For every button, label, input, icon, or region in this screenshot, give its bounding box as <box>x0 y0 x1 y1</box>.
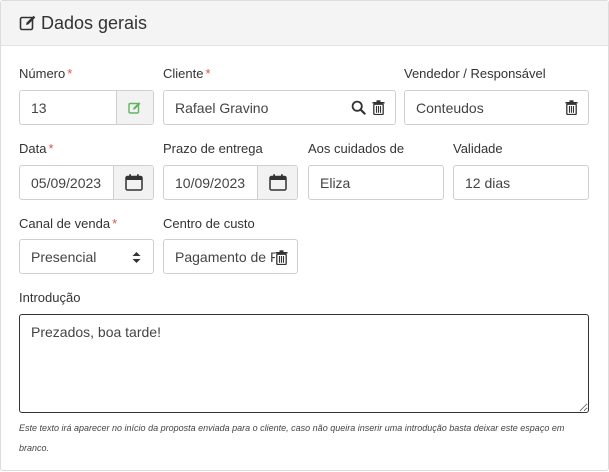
cuidados-input[interactable]: Eliza <box>309 175 443 191</box>
validade-input[interactable]: 12 dias <box>454 175 588 191</box>
data-calendar-button[interactable] <box>113 166 153 199</box>
numero-label: Número * <box>19 66 72 81</box>
cliente-label: Cliente * <box>163 66 211 81</box>
trash-icon[interactable] <box>275 250 288 265</box>
canal-label: Canal de venda * <box>19 216 117 231</box>
calendar-icon <box>268 174 287 191</box>
required-mark: * <box>48 141 54 156</box>
cuidados-label: Aos cuidados de <box>308 141 405 156</box>
cuidados-field[interactable]: Eliza <box>308 165 444 200</box>
data-label: Data * <box>19 141 54 156</box>
prazo-calendar-button[interactable] <box>257 166 297 199</box>
prazo-field[interactable]: 10/09/2023 <box>163 165 298 200</box>
canal-label-text: Canal de venda <box>19 216 111 231</box>
introducao-textarea[interactable]: Prezados, boa tarde! <box>19 314 589 413</box>
vendedor-label: Vendedor / Responsável <box>404 66 546 81</box>
data-label-text: Data <box>19 141 47 156</box>
trash-icon[interactable] <box>372 100 385 115</box>
prazo-input[interactable]: 10/09/2023 <box>164 175 257 191</box>
required-mark: * <box>205 66 211 81</box>
panel-title: Dados gerais <box>41 12 148 33</box>
edit-icon <box>128 101 142 115</box>
calendar-icon <box>124 174 143 191</box>
numero-field[interactable]: 13 <box>19 90 154 125</box>
trash-icon[interactable] <box>565 100 578 115</box>
canal-select[interactable]: Presencial <box>19 239 154 274</box>
introducao-label: Introdução <box>19 290 81 305</box>
numero-label-text: Número <box>19 66 66 81</box>
cliente-label-text: Cliente <box>163 66 204 81</box>
centro-field[interactable]: Pagamento de Fé <box>163 239 298 274</box>
introducao-help-text: Este texto irá aparecer no início da pro… <box>19 423 565 453</box>
validade-label: Validade <box>453 141 503 156</box>
data-input[interactable]: 05/09/2023 <box>20 175 113 191</box>
validade-field[interactable]: 12 dias <box>453 165 589 200</box>
centro-label: Centro de custo <box>163 216 255 231</box>
cliente-input[interactable]: Rafael Gravino <box>164 100 351 116</box>
search-icon[interactable] <box>351 100 366 115</box>
panel-header: Dados gerais <box>1 1 608 46</box>
edit-icon <box>19 14 37 32</box>
vendedor-input[interactable]: Conteudos <box>405 100 565 116</box>
cliente-field[interactable]: Rafael Gravino <box>163 90 396 125</box>
numero-input[interactable]: 13 <box>20 100 116 116</box>
prazo-label: Prazo de entrega <box>163 141 263 156</box>
vendedor-field[interactable]: Conteudos <box>404 90 589 125</box>
required-mark: * <box>112 216 118 231</box>
data-field[interactable]: 05/09/2023 <box>19 165 154 200</box>
numero-edit-button[interactable] <box>116 91 153 124</box>
required-mark: * <box>67 66 73 81</box>
sort-caret-icon <box>132 251 141 264</box>
